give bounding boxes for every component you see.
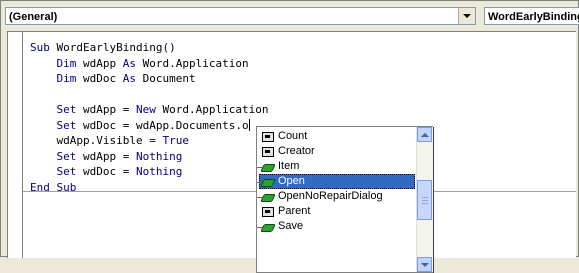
keyword-token: Set (56, 118, 77, 132)
vba-code-window: (General) WordEarlyBinding Sub WordEarly… (0, 0, 579, 273)
scroll-thumb[interactable] (417, 180, 432, 220)
keyword-token: Dim (56, 56, 77, 70)
keyword-token: Nothing (135, 149, 183, 163)
autocomplete-item[interactable]: OpenNoRepairDialog (259, 189, 415, 204)
code-line[interactable]: Set wdApp = Nothing (30, 149, 268, 165)
code-token: wdDoc = (76, 165, 136, 178)
code-line[interactable]: Set wdDoc = Nothing (30, 164, 268, 180)
code-line[interactable]: Set wdDoc = wdApp.Documents.o (30, 118, 268, 134)
autocomplete-item[interactable]: Count (259, 129, 415, 144)
keyword-token: Set (56, 165, 77, 178)
autocomplete-item-label: OpenNoRepairDialog (278, 190, 383, 202)
autocomplete-scrollbar[interactable] (416, 127, 433, 272)
method-icon (259, 175, 276, 188)
code-line[interactable]: wdApp.Visible = True (30, 133, 268, 149)
autocomplete-item-label: Open (278, 175, 305, 187)
code-token: wdDoc (76, 72, 123, 85)
object-dropdown[interactable]: (General) (5, 7, 476, 25)
method-icon (259, 220, 276, 233)
autocomplete-item-label: Count (278, 130, 308, 142)
keyword-token: Set (56, 149, 77, 163)
code-token: wdApp = (76, 103, 136, 116)
procedure-dropdown[interactable]: WordEarlyBinding (484, 7, 579, 25)
code-line[interactable]: End Sub (30, 180, 268, 196)
code-line[interactable]: Set wdApp = New Word.Application (30, 102, 269, 118)
property-icon (259, 205, 275, 218)
code-text[interactable]: Sub WordEarlyBinding() Dim wdApp As Word… (30, 40, 268, 195)
code-line[interactable]: Sub WordEarlyBinding() (30, 40, 268, 56)
code-line[interactable]: Dim wdDoc As Document (30, 71, 268, 87)
object-dropdown-button[interactable] (458, 8, 475, 24)
code-token: Word.Application (135, 56, 249, 70)
scroll-up-button[interactable] (417, 127, 432, 142)
code-token: wdApp.Visible = (30, 134, 163, 147)
autocomplete-item[interactable]: Save (259, 219, 415, 234)
autocomplete-item[interactable]: Creator (259, 144, 415, 159)
keyword-token: Nothing (135, 165, 183, 178)
keyword-token: New (135, 103, 156, 116)
method-icon (259, 190, 276, 203)
method-icon (259, 160, 276, 173)
margin-indicator-bar[interactable] (8, 32, 23, 258)
code-token: WordEarlyBinding() (56, 41, 176, 54)
code-token: wdApp = (76, 149, 136, 163)
autocomplete-item[interactable]: Item (259, 159, 415, 174)
autocomplete-item-label: Save (278, 220, 304, 232)
code-line[interactable] (30, 87, 268, 103)
keyword-token: True (162, 134, 189, 147)
scroll-down-button[interactable] (417, 257, 432, 272)
keyword-token: Set (56, 103, 77, 116)
keyword-token: As (122, 56, 136, 70)
arrow-up-icon (420, 132, 429, 137)
keyword-token: Dim (56, 72, 77, 85)
property-icon (259, 145, 275, 158)
chevron-down-icon (463, 14, 471, 18)
autocomplete-item-label: Parent (278, 205, 311, 217)
keyword-token: Sub (30, 41, 57, 54)
autocomplete-item[interactable]: Parent (259, 204, 415, 219)
code-line[interactable]: Dim wdApp As Word.Application (30, 56, 268, 72)
procedure-dropdown-value: WordEarlyBinding (488, 11, 579, 23)
object-dropdown-value: (General) (9, 11, 58, 23)
code-token: wdDoc = wdApp.Documents.o (76, 118, 249, 132)
code-token: wdApp (76, 56, 123, 70)
autocomplete-item[interactable]: Open (259, 174, 415, 189)
autocomplete-popup[interactable]: Count Creator Item Open OpenNoRepairDialog Pa… (256, 126, 433, 273)
code-token: Document (135, 72, 196, 85)
autocomplete-item-label: Creator (278, 145, 315, 157)
property-icon (259, 130, 275, 143)
arrow-down-icon (420, 262, 429, 267)
text-caret (248, 118, 250, 131)
autocomplete-list[interactable]: Count Creator Item Open OpenNoRepairDialog Pa… (259, 129, 415, 234)
keyword-token: As (122, 72, 136, 85)
code-token: Word.Application (155, 103, 269, 116)
autocomplete-item-label: Item (278, 160, 300, 172)
